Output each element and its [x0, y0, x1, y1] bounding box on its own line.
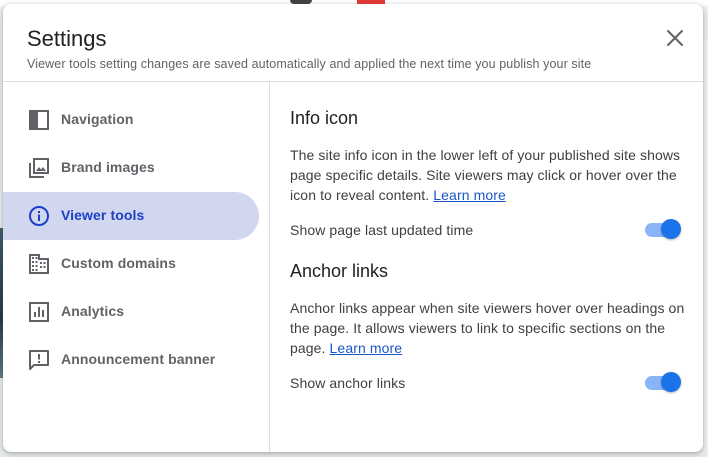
settings-sidebar: Navigation Brand images Viewer tools Cus…	[3, 82, 270, 452]
info-icon-section-description: The site info icon in the lower left of …	[290, 145, 695, 205]
sidebar-item-analytics[interactable]: Analytics	[3, 288, 259, 336]
toggle-thumb	[661, 219, 681, 239]
dialog-subtitle: Viewer tools setting changes are saved a…	[27, 57, 592, 71]
show-anchor-links-label: Show anchor links	[290, 375, 406, 391]
navigation-panel-icon	[29, 110, 49, 130]
sidebar-item-label: Brand images	[61, 159, 155, 175]
image-library-icon	[29, 158, 49, 178]
show-anchor-links-toggle[interactable]	[643, 371, 681, 393]
info-icon-learn-more-link[interactable]: Learn more	[433, 187, 506, 203]
sidebar-item-label: Custom domains	[61, 255, 176, 271]
anchor-links-section-title: Anchor links	[290, 261, 389, 281]
close-button[interactable]	[661, 24, 689, 52]
dialog-header: Settings Viewer tools setting changes ar…	[3, 4, 703, 82]
sidebar-item-custom-domains[interactable]: Custom domains	[3, 240, 259, 288]
show-last-updated-toggle[interactable]	[643, 218, 681, 240]
analytics-chart-icon	[29, 302, 49, 322]
sidebar-item-announcement-banner[interactable]: Announcement banner	[3, 336, 259, 384]
sidebar-item-label: Viewer tools	[61, 207, 145, 223]
info-icon	[29, 206, 49, 226]
sidebar-item-label: Analytics	[61, 303, 125, 319]
announcement-icon	[29, 350, 49, 370]
close-icon	[667, 30, 683, 46]
settings-dialog: Settings Viewer tools setting changes ar…	[3, 4, 703, 452]
dialog-title: Settings	[27, 26, 107, 51]
sidebar-item-label: Announcement banner	[61, 351, 216, 367]
anchor-links-section-description: Anchor links appear when site viewers ho…	[290, 298, 695, 358]
anchor-links-learn-more-link[interactable]: Learn more	[330, 340, 403, 356]
sidebar-item-label: Navigation	[61, 111, 134, 127]
settings-content: Info icon The site info icon in the lowe…	[290, 82, 700, 452]
sidebar-item-navigation[interactable]: Navigation	[3, 96, 259, 144]
sidebar-item-viewer-tools[interactable]: Viewer tools	[3, 192, 259, 240]
toggle-thumb	[661, 372, 681, 392]
domain-building-icon	[29, 254, 49, 274]
info-icon-section-title: Info icon	[290, 108, 359, 128]
show-last-updated-label: Show page last updated time	[290, 222, 474, 238]
sidebar-item-brand-images[interactable]: Brand images	[3, 144, 259, 192]
